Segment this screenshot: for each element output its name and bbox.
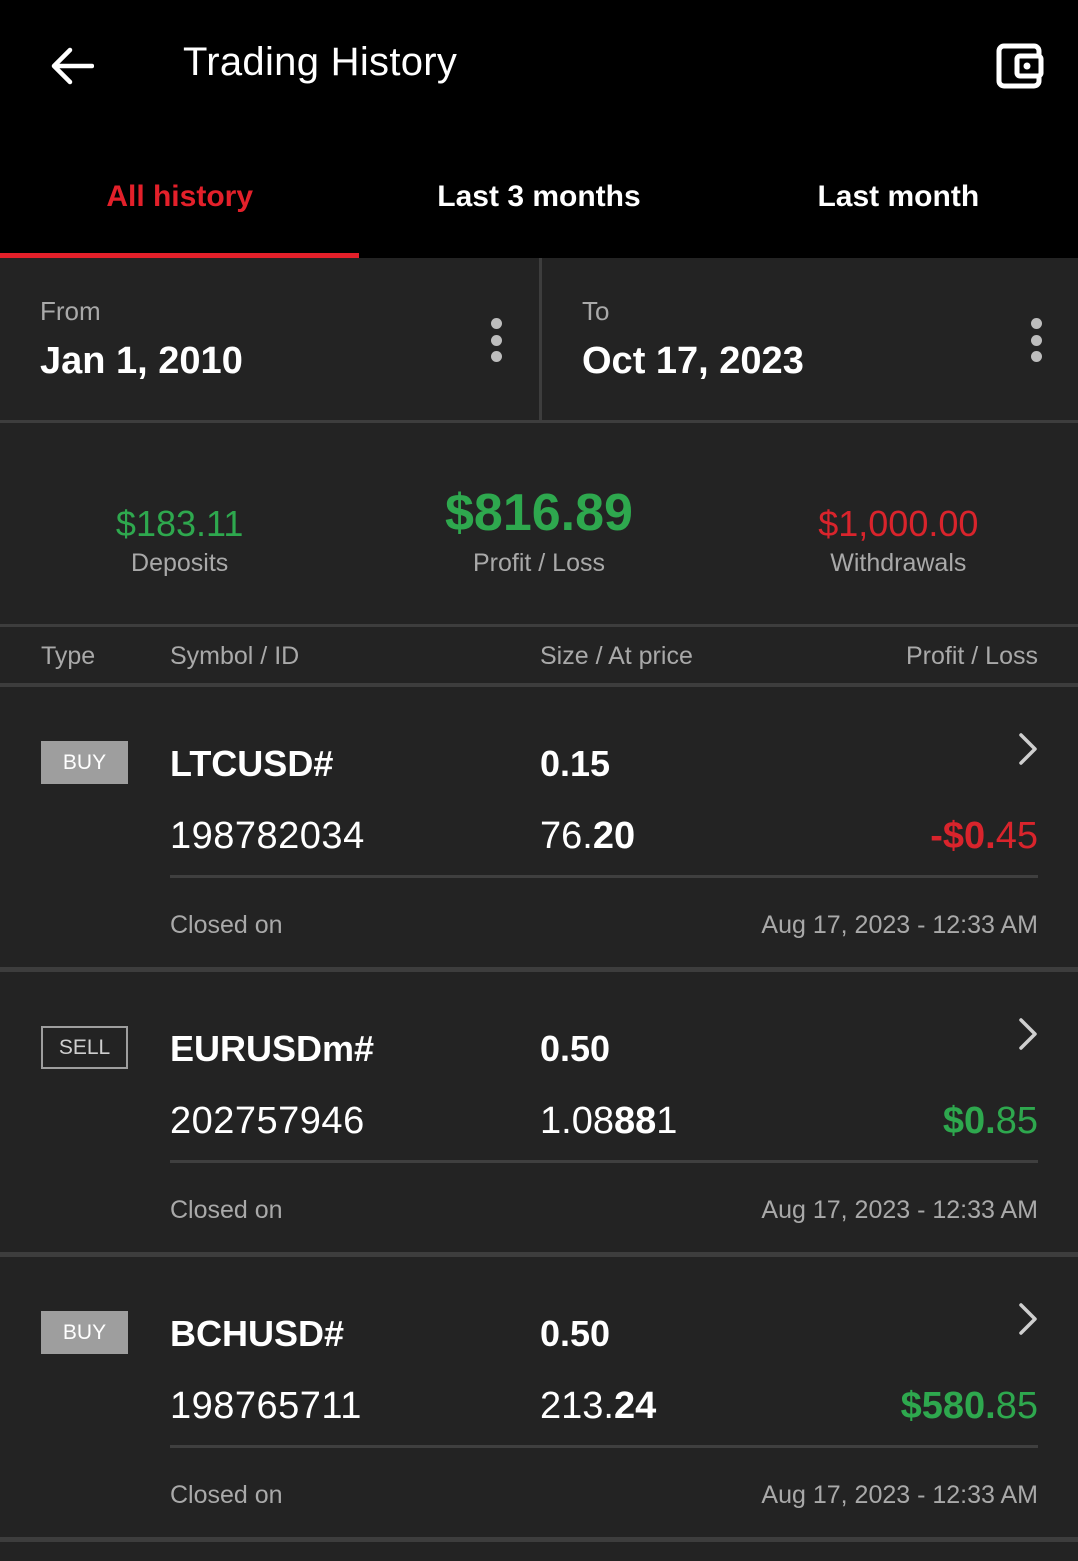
trade-size: 0.50 bbox=[540, 1028, 611, 1069]
chevron-right-icon[interactable] bbox=[1016, 1016, 1040, 1052]
trade-type-badge: SELL bbox=[41, 1026, 128, 1069]
top-app-bar: Trading History All history Last 3 month… bbox=[0, 0, 1078, 258]
wallet-icon bbox=[996, 43, 1044, 89]
from-more-icon[interactable] bbox=[484, 318, 508, 362]
closed-date: Aug 17, 2023 - 12:33 AM bbox=[761, 911, 1038, 939]
from-date-value: Jan 1, 2010 bbox=[40, 340, 243, 382]
table-header: Type Symbol / ID Size / At price Profit … bbox=[0, 627, 1078, 687]
column-size-price: Size / At price bbox=[540, 642, 693, 670]
trade-profit-loss: -$0.45 bbox=[930, 815, 1038, 857]
column-type: Type bbox=[41, 642, 96, 670]
trade-id: 198765711 bbox=[170, 1385, 362, 1427]
deposits-value: $183.11 bbox=[115, 503, 244, 544]
trade-symbol: BCHUSD# bbox=[170, 1313, 345, 1354]
trade-symbol: LTCUSD# bbox=[170, 743, 334, 784]
closed-date: Aug 17, 2023 - 12:33 AM bbox=[761, 1196, 1038, 1224]
deposits-label: Deposits bbox=[131, 549, 229, 577]
to-date-picker[interactable]: To Oct 17, 2023 bbox=[539, 258, 1078, 420]
trade-price: 1.08881 bbox=[540, 1100, 678, 1142]
closed-date: Aug 17, 2023 - 12:33 AM bbox=[761, 1481, 1038, 1509]
from-label: From bbox=[40, 296, 101, 326]
trade-row[interactable]: BUY BCHUSD# 198765711 0.50 213.24 $580.8… bbox=[0, 1257, 1078, 1542]
history-tabs: All history Last 3 months Last month bbox=[0, 150, 1078, 258]
trade-profit-loss: $0.85 bbox=[942, 1100, 1038, 1142]
closed-on-label: Closed on bbox=[170, 1196, 283, 1224]
trade-price: 76.20 bbox=[540, 815, 636, 857]
withdrawals-value: $1,000.00 bbox=[818, 503, 979, 544]
wallet-button[interactable] bbox=[990, 36, 1050, 96]
trade-type-badge: BUY bbox=[41, 741, 128, 784]
arrow-left-icon bbox=[51, 47, 94, 85]
closed-on-label: Closed on bbox=[170, 1481, 283, 1509]
column-profit-loss: Profit / Loss bbox=[906, 642, 1038, 670]
deposits-summary: $183.11 Deposits bbox=[0, 423, 359, 624]
trade-symbol: EURUSDm# bbox=[170, 1028, 375, 1069]
summary-panel: $183.11 Deposits $816.89 Profit / Loss $… bbox=[0, 423, 1078, 627]
trade-row[interactable]: SELL EURUSDm# 202757946 0.50 1.08881 $0.… bbox=[0, 972, 1078, 1257]
trade-id: 202757946 bbox=[170, 1100, 365, 1142]
row-divider bbox=[170, 1445, 1038, 1448]
trade-size: 0.15 bbox=[540, 743, 611, 784]
trade-row[interactable]: BUY LTCUSD# 198782034 0.15 76.20 -$0.45 … bbox=[0, 687, 1078, 972]
trade-profit-loss: $580.85 bbox=[900, 1385, 1038, 1427]
chevron-right-icon[interactable] bbox=[1016, 1301, 1040, 1337]
trade-size: 0.50 bbox=[540, 1313, 611, 1354]
closed-on-label: Closed on bbox=[170, 911, 283, 939]
tab-last-3-months[interactable]: Last 3 months bbox=[359, 150, 718, 258]
to-more-icon[interactable] bbox=[1024, 318, 1048, 362]
date-range: From Jan 1, 2010 To Oct 17, 2023 bbox=[0, 258, 1078, 423]
row-divider bbox=[170, 875, 1038, 878]
from-date-picker[interactable]: From Jan 1, 2010 bbox=[0, 258, 539, 420]
column-symbol-id: Symbol / ID bbox=[170, 642, 300, 670]
profit-loss-summary: $816.89 Profit / Loss bbox=[359, 423, 718, 624]
back-button[interactable] bbox=[40, 36, 104, 96]
profit-loss-value: $816.89 bbox=[445, 484, 633, 542]
page-title: Trading History bbox=[183, 40, 458, 84]
withdrawals-label: Withdrawals bbox=[830, 549, 967, 577]
profit-loss-label: Profit / Loss bbox=[472, 549, 605, 577]
chevron-right-icon[interactable] bbox=[1016, 731, 1040, 767]
withdrawals-summary: $1,000.00 Withdrawals bbox=[719, 423, 1078, 624]
to-date-value: Oct 17, 2023 bbox=[582, 340, 804, 382]
tab-all-history[interactable]: All history bbox=[0, 150, 360, 258]
trade-price: 213.24 bbox=[540, 1385, 657, 1427]
row-divider bbox=[170, 1160, 1038, 1163]
tab-last-month[interactable]: Last month bbox=[719, 150, 1078, 258]
to-label: To bbox=[582, 296, 610, 326]
trade-type-badge: BUY bbox=[41, 1311, 128, 1354]
trade-id: 198782034 bbox=[170, 815, 365, 857]
